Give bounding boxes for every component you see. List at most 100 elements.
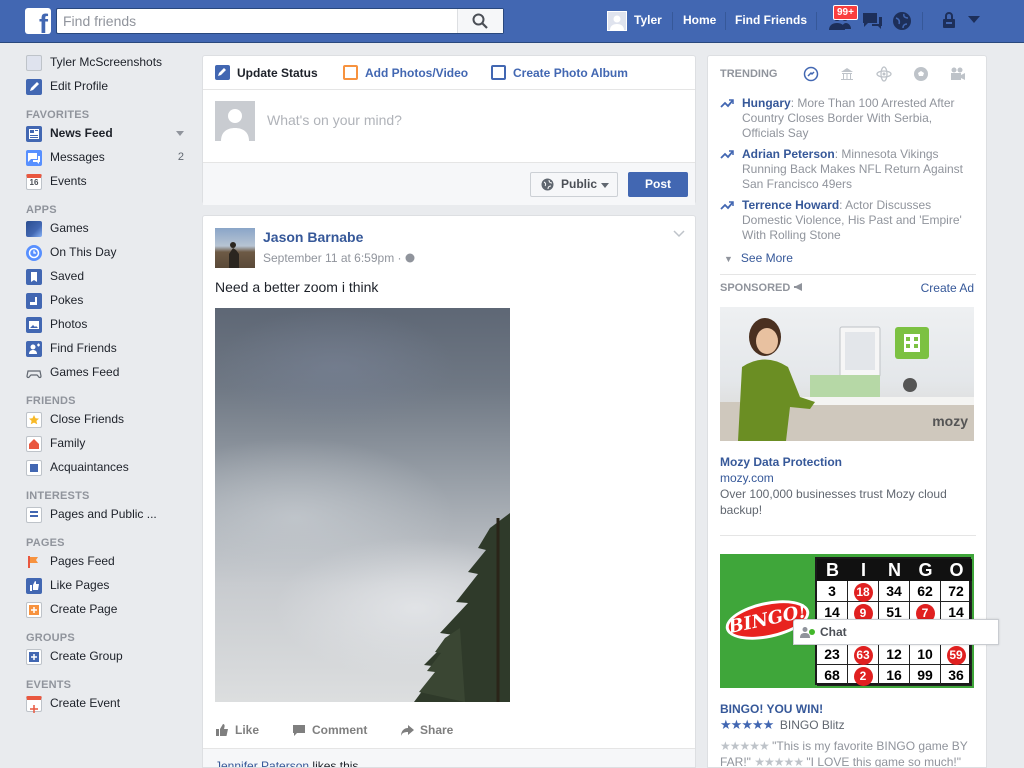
comment-button[interactable]: Comment: [292, 723, 367, 737]
top-separator: [816, 12, 817, 30]
sidebar-item-label: Messages: [50, 150, 105, 164]
sidebar-item-news-feed[interactable]: News Feed: [26, 123, 191, 147]
chat-bar[interactable]: Chat: [793, 619, 999, 645]
sidebar-item-games[interactable]: Games: [26, 218, 191, 242]
share-label: Share: [420, 723, 454, 737]
status-input[interactable]: What's on your mind?: [267, 112, 402, 128]
sidebar-item-label: Pages Feed: [50, 554, 115, 568]
rating-stars-icon: ★★★★★: [720, 717, 774, 732]
bingo-cell: 62: [910, 581, 941, 602]
caret-down-icon[interactable]: [176, 131, 184, 136]
sidebar-item-like-pages[interactable]: Like Pages: [26, 575, 191, 599]
privacy-selector-button[interactable]: Public: [530, 172, 618, 197]
sidebar-item-profile[interactable]: Tyler McScreenshots: [26, 52, 191, 76]
sports-ball-icon[interactable]: [913, 66, 929, 82]
trending-top-icon[interactable]: [803, 66, 819, 82]
sidebar-item-close-friends[interactable]: Close Friends: [26, 409, 191, 433]
politics-capitol-icon[interactable]: [839, 66, 855, 82]
account-dropdown-icon[interactable]: [968, 16, 980, 24]
sidebar-item-events[interactable]: 16 Events: [26, 171, 191, 195]
photo-video-icon: [343, 65, 358, 80]
see-more-link[interactable]: ▼ See More: [724, 251, 793, 265]
ad-title[interactable]: BINGO! YOU WIN!: [720, 702, 823, 716]
sidebar-item-label: Close Friends: [50, 412, 125, 426]
sidebar-item-pokes[interactable]: Pokes: [26, 290, 191, 314]
trending-topic-name[interactable]: Terrence Howard: [742, 198, 839, 212]
messages-icon[interactable]: [861, 11, 883, 31]
entertainment-camera-icon[interactable]: [950, 66, 966, 82]
top-user-link[interactable]: Tyler: [634, 13, 662, 27]
sidebar-item-create-page[interactable]: Create Page: [26, 599, 191, 623]
bingo-cell: 34: [879, 581, 910, 602]
search-input[interactable]: [63, 11, 453, 31]
ad-title[interactable]: Mozy Data Protection: [720, 455, 842, 469]
create-ad-link[interactable]: Create Ad: [921, 281, 974, 295]
post-author-name[interactable]: Jason Barnabe: [263, 229, 363, 245]
bingo-header-letter: B: [817, 559, 848, 581]
sidebar-item-saved[interactable]: Saved: [26, 266, 191, 290]
top-avatar[interactable]: [607, 11, 627, 31]
photos-icon: [26, 317, 42, 333]
sidebar-item-edit-profile[interactable]: Edit Profile: [26, 76, 191, 100]
sidebar-item-label: Like Pages: [50, 578, 110, 592]
sidebar-item-games-feed[interactable]: Games Feed: [26, 362, 191, 386]
facebook-logo[interactable]: f: [25, 8, 51, 34]
sidebar-item-create-group[interactable]: Create Group: [26, 646, 191, 670]
star-list-icon: [26, 412, 42, 428]
apps-heading: APPS: [26, 204, 57, 216]
composer-avatar: [215, 101, 255, 141]
find-friends-icon: [26, 341, 42, 357]
sidebar-item-label: Saved: [50, 269, 85, 283]
sidebar-item-label: Pokes: [50, 293, 84, 307]
liker-name-link[interactable]: Jennifer Paterson: [215, 759, 309, 767]
sidebar-item-pages-feed[interactable]: Pages Feed: [26, 551, 191, 575]
search-button[interactable]: [457, 9, 503, 33]
sidebar-item-on-this-day[interactable]: On This Day: [26, 242, 191, 266]
sidebar-item-family[interactable]: Family: [26, 433, 191, 457]
search-icon: [472, 13, 488, 29]
post-options-chevron-icon[interactable]: [673, 230, 685, 238]
trending-arrow-icon: [720, 201, 734, 210]
post-photo[interactable]: [215, 308, 510, 702]
post-timestamp[interactable]: September 11 at 6:59pm ·: [263, 251, 415, 265]
composer-divider: [203, 89, 695, 90]
globe-icon[interactable]: [892, 11, 912, 31]
sidebar-item-messages[interactable]: Messages 2: [26, 147, 191, 171]
tab-update-status[interactable]: Update Status: [215, 65, 318, 80]
sidebar-item-create-event[interactable]: Create Event: [26, 693, 191, 717]
sidebar-item-find-friends[interactable]: Find Friends: [26, 338, 191, 362]
tab-add-photos[interactable]: Add Photos/Video: [343, 65, 468, 80]
sidebar-item-label: Create Page: [50, 602, 118, 616]
sidebar-item-label: Games: [50, 221, 89, 235]
top-find-friends-link[interactable]: Find Friends: [735, 13, 807, 27]
mozy-ad-image[interactable]: mozy: [720, 307, 974, 441]
bingo-cell: 10: [910, 644, 941, 665]
like-button[interactable]: Like: [215, 723, 259, 737]
share-button[interactable]: Share: [400, 723, 453, 737]
sidebar-item-pages-public[interactable]: Pages and Public ...: [26, 504, 191, 528]
caret-down-icon: ▼: [724, 254, 733, 264]
trending-item[interactable]: Adrian Peterson: Minnesota Vikings Runni…: [720, 147, 976, 192]
thumbs-up-icon: [216, 724, 228, 736]
sidebar-item-acquaintances[interactable]: Acquaintances: [26, 457, 191, 481]
sidebar-item-label: Events: [50, 174, 87, 188]
post-button[interactable]: Post: [628, 172, 688, 197]
divider: [720, 535, 976, 536]
timestamp-text: September 11 at 6:59pm ·: [263, 251, 405, 265]
thumbs-up-icon: [26, 578, 42, 594]
sidebar-item-label: Create Event: [50, 696, 121, 710]
trending-item[interactable]: Hungary: More Than 100 Arrested After Co…: [720, 96, 976, 141]
post-author-avatar[interactable]: [215, 228, 255, 268]
trending-topic-name[interactable]: Hungary: [742, 96, 791, 110]
trending-item[interactable]: Terrence Howard: Actor Discusses Domesti…: [720, 198, 976, 243]
right-column: TRENDING Hungary: More Than 100 Arrested…: [707, 55, 987, 768]
privacy-lock-icon[interactable]: [940, 11, 958, 29]
ad-url[interactable]: mozy.com: [720, 471, 774, 485]
science-atom-icon[interactable]: [876, 66, 892, 82]
trending-topic-name[interactable]: Adrian Peterson: [742, 147, 835, 161]
bingo-cell: 99: [910, 665, 941, 686]
top-home-link[interactable]: Home: [683, 13, 716, 27]
search-box[interactable]: [56, 8, 504, 34]
sidebar-item-photos[interactable]: Photos: [26, 314, 191, 338]
tab-create-album[interactable]: Create Photo Album: [491, 65, 628, 80]
